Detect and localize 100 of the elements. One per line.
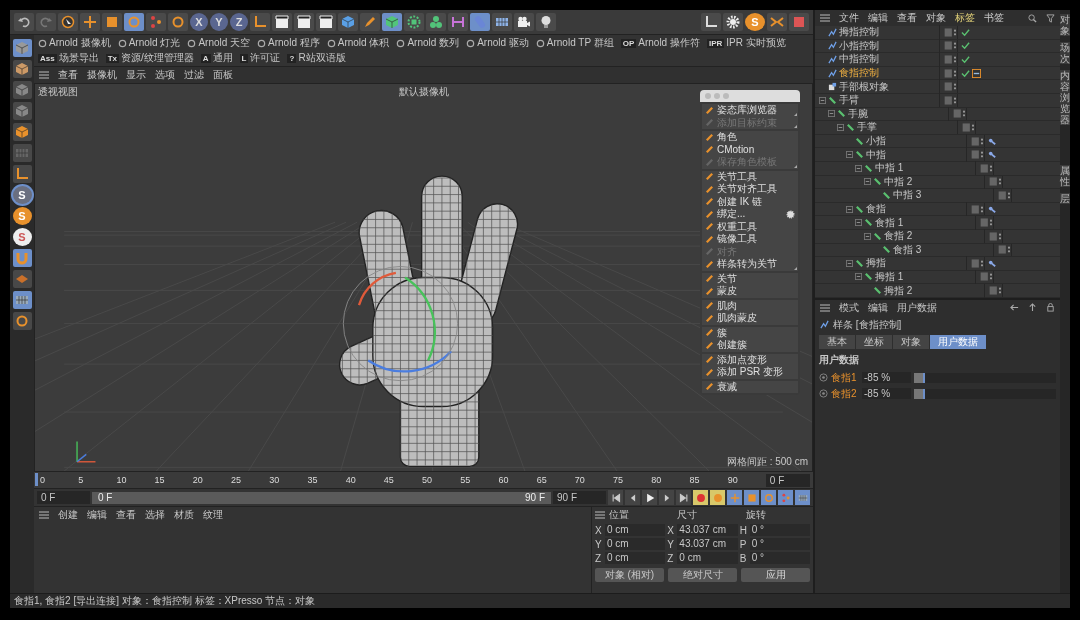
coordinate-field[interactable]: 0 cm (605, 552, 666, 564)
playback-button[interactable] (608, 490, 623, 505)
visibility-toggle-icon[interactable] (989, 231, 1002, 241)
menu-item[interactable]: 衰减 (702, 380, 798, 393)
timeline-ruler[interactable]: 0 5 10 15 20 25 30 35 40 45 50 55 60 65 70 75 80 85 90 0 F (34, 472, 813, 489)
attribute-tab[interactable]: 对象 (893, 334, 929, 349)
axis-lock-button[interactable]: Y (210, 13, 228, 31)
menu-item[interactable]: 添加 PSR 变形 (702, 366, 798, 379)
menu-item[interactable]: 蒙皮 (702, 285, 798, 298)
toolbar-button[interactable] (316, 13, 336, 31)
plugin-menu-item[interactable]: R站双语版 (298, 51, 346, 65)
visibility-toggle-icon[interactable] (989, 286, 1002, 296)
viewport-menu-item[interactable]: 摄像机 (87, 68, 117, 82)
visibility-toggle-icon[interactable] (998, 190, 1011, 200)
toolbar-button[interactable] (701, 13, 721, 31)
side-tab[interactable]: 属性 (1060, 165, 1070, 187)
visibility-toggle-icon[interactable] (989, 177, 1002, 187)
plugin-logo-button[interactable]: S (12, 186, 32, 204)
back-arrow-icon[interactable] (1010, 303, 1019, 313)
visibility-toggle-icon[interactable] (971, 136, 984, 146)
collapse-icon[interactable] (828, 110, 835, 118)
menu-item[interactable]: 关节工具 (702, 170, 798, 183)
material-menu-item[interactable]: 创建 (58, 508, 78, 522)
viewport-menu-item[interactable]: 显示 (126, 68, 146, 82)
ik-tag-icon[interactable] (988, 258, 997, 268)
mode-button[interactable] (12, 291, 32, 309)
material-menu-item[interactable]: 查看 (116, 508, 136, 522)
visibility-toggle-icon[interactable] (998, 245, 1011, 255)
visibility-toggle-icon[interactable] (971, 258, 984, 268)
collapse-icon[interactable] (846, 259, 853, 267)
menu-item[interactable]: 创建簇 (702, 339, 798, 352)
playback-button[interactable] (659, 490, 674, 505)
menu-item[interactable]: 添加点变形 (702, 353, 798, 366)
attribute-tab[interactable]: 坐标 (856, 334, 892, 349)
coordinate-field[interactable]: 0 ° (749, 552, 810, 564)
coordinate-field[interactable]: 0 ° (749, 538, 810, 550)
object-menu-item[interactable]: 对象 (926, 11, 946, 25)
menu-icon[interactable] (820, 303, 830, 312)
playback-button[interactable] (625, 490, 640, 505)
keyframe-button[interactable] (693, 490, 708, 505)
attribute-tab[interactable]: 基本 (819, 334, 855, 349)
collapse-icon[interactable] (855, 273, 862, 281)
side-tab[interactable]: 内容浏览器 (1060, 70, 1070, 125)
menu-item[interactable]: 镜像工具 (702, 233, 798, 246)
plugin-menu-item[interactable]: Arnold 程序 (268, 36, 320, 50)
menu-item[interactable]: 角色 (702, 131, 798, 144)
menu-item[interactable]: 创建 IK 链 (702, 195, 798, 208)
menu-item[interactable]: 关节 (702, 272, 798, 285)
mode-button[interactable] (12, 39, 32, 57)
slider-track[interactable] (914, 388, 1056, 399)
viewport-menu-item[interactable]: 查看 (58, 68, 78, 82)
visibility-toggle-icon[interactable] (944, 55, 957, 64)
ik-tag-icon[interactable] (988, 150, 997, 160)
slider-fill[interactable] (914, 372, 925, 383)
mode-button[interactable] (12, 165, 32, 183)
visibility-toggle-icon[interactable] (944, 68, 957, 78)
coordinate-field[interactable]: 0 cm (677, 552, 738, 564)
coordinate-field[interactable]: 43.037 cm (677, 538, 738, 550)
visibility-toggle-icon[interactable] (944, 41, 957, 51)
menu-icon[interactable] (39, 71, 49, 79)
menu-item[interactable]: 权重工具 (702, 220, 798, 233)
collapse-icon[interactable] (846, 205, 853, 213)
start-frame-field[interactable]: 0 F (37, 491, 90, 504)
visibility-toggle-icon[interactable] (944, 95, 957, 105)
object-menu-item[interactable]: 查看 (897, 11, 917, 25)
parameter-value-field[interactable]: -85 % (862, 372, 911, 384)
playback-button[interactable] (642, 490, 657, 505)
coordinate-field[interactable]: 0 ° (749, 524, 810, 536)
current-frame-field[interactable]: 0 F (765, 473, 810, 487)
toolbar-button[interactable] (514, 13, 534, 31)
plugin-menu-item[interactable]: Arnold TP 群组 (546, 36, 614, 50)
plugin-menu-item[interactable]: Arnold 体积 (337, 36, 390, 50)
toolbar-button[interactable] (294, 13, 314, 31)
menu-item[interactable]: 样条转为关节 (702, 258, 798, 271)
apply-button[interactable]: 应用 (741, 568, 810, 582)
slider-track[interactable] (914, 372, 1056, 383)
axis-lock-button[interactable]: X (190, 13, 208, 31)
ik-tag-icon[interactable] (988, 204, 997, 214)
visibility-toggle-icon[interactable] (971, 150, 984, 160)
plugin-menu-item[interactable]: Arnold 数列 (407, 36, 460, 50)
coordinate-mode-dropdown[interactable]: 对象 (相对) (595, 568, 664, 582)
object-row[interactable]: 手掌 (815, 121, 1060, 135)
material-menu-item[interactable]: 纹理 (203, 508, 223, 522)
plugin-menu-item[interactable]: Arnold 驱动 (477, 36, 529, 50)
xpresso-tag-icon[interactable] (972, 68, 981, 78)
attribute-menu-item[interactable]: 用户数据 (897, 300, 937, 315)
side-tab[interactable]: 场次 (1060, 42, 1070, 64)
object-menu-item[interactable]: 书签 (984, 11, 1004, 25)
visibility-toggle-icon[interactable] (944, 82, 957, 92)
playback-button[interactable] (676, 490, 691, 505)
plugin-menu-item[interactable]: IPR 实时预览 (726, 36, 786, 50)
mode-button[interactable] (12, 249, 32, 267)
material-menu-item[interactable]: 选择 (145, 508, 165, 522)
object-row[interactable]: 拇指 (815, 257, 1060, 271)
visibility-toggle-icon[interactable] (944, 27, 957, 37)
side-tab[interactable]: 对象 (1060, 14, 1070, 36)
parameter-value-field[interactable]: -85 % (862, 388, 911, 400)
collapse-icon[interactable] (819, 96, 826, 104)
frame-range-slider[interactable]: 0 F 90 F (92, 491, 551, 504)
side-tab[interactable]: 层 (1060, 193, 1070, 204)
